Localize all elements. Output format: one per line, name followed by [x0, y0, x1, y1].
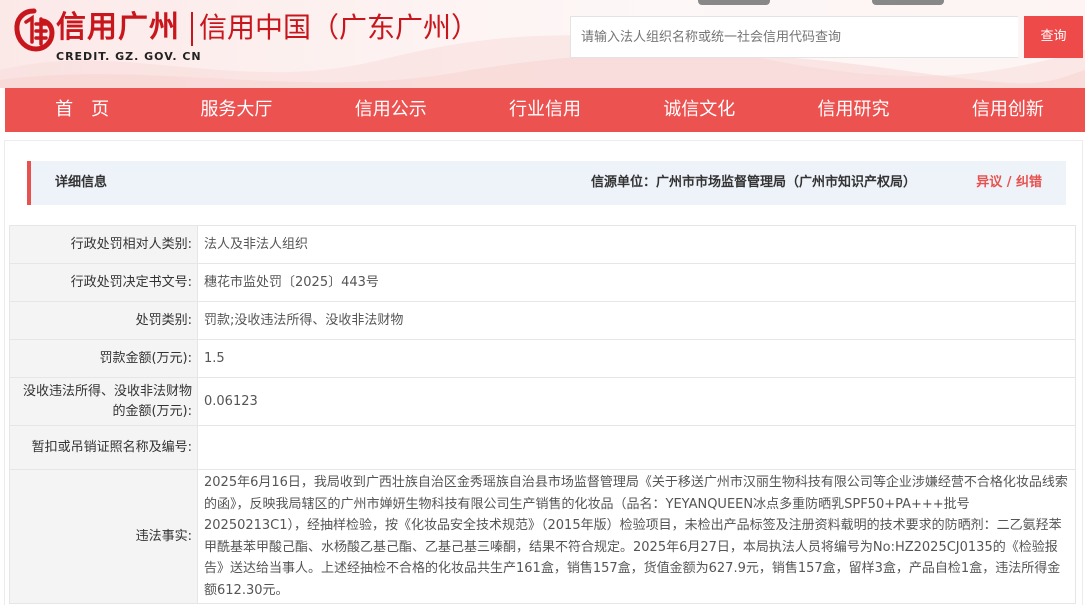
nav-item-credit-publicity[interactable]: 信用公示	[314, 88, 468, 132]
main-nav: 首 页 服务大厅 信用公示 行业信用 诚信文化 信用研究 信用创新	[5, 88, 1085, 132]
field-label: 暂扣或吊销证照名称及编号:	[9, 425, 198, 470]
logo-divider	[191, 12, 193, 46]
table-row: 罚款金额(万元): 1.5	[9, 339, 1076, 378]
logo-title: 信用广州	[56, 10, 180, 45]
objection-correction-link[interactable]: 异议 / 纠错	[976, 161, 1042, 205]
site-logo[interactable]: 信用广州 CREDIT. GZ. GOV. CN	[8, 6, 201, 66]
top-tab-decor	[698, 0, 770, 5]
nav-item-home[interactable]: 首 页	[5, 88, 159, 132]
nav-item-integrity-culture[interactable]: 诚信文化	[622, 88, 776, 132]
table-row: 行政处罚相对人类别: 法人及非法人组织	[9, 225, 1076, 264]
nav-item-service-hall[interactable]: 服务大厅	[159, 88, 313, 132]
penalty-info-table: 行政处罚相对人类别: 法人及非法人组织 行政处罚决定书文号: 穗花市监处罚〔20…	[9, 225, 1076, 604]
site-header: 信用广州 CREDIT. GZ. GOV. CN 信用中国（广东广州） 查询	[0, 0, 1085, 88]
nav-item-credit-innovation[interactable]: 信用创新	[931, 88, 1085, 132]
field-label: 没收违法所得、没收非法财物的金额(万元):	[9, 377, 198, 426]
credit-emblem-icon	[14, 8, 55, 52]
source-unit-label: 信源单位：广州市市场监督管理局（广州市知识产权局）	[590, 175, 916, 190]
detail-accent-bar	[27, 161, 31, 205]
field-value: 1.5	[197, 339, 1076, 378]
detail-title: 详细信息	[55, 175, 108, 190]
field-label: 处罚类别:	[9, 301, 198, 340]
field-value: 罚款;没收违法所得、没收非法财物	[197, 301, 1076, 340]
search-button[interactable]: 查询	[1024, 16, 1083, 58]
field-value	[197, 425, 1076, 470]
search-input[interactable]	[570, 16, 1018, 58]
field-label: 违法事实:	[9, 469, 198, 604]
nav-item-industry-credit[interactable]: 行业信用	[468, 88, 622, 132]
table-row: 处罚类别: 罚款;没收违法所得、没收非法财物	[9, 301, 1076, 340]
nav-item-credit-research[interactable]: 信用研究	[776, 88, 930, 132]
field-value: 法人及非法人组织	[197, 225, 1076, 264]
field-value: 0.06123	[197, 377, 1076, 426]
field-value: 穗花市监处罚〔2025〕443号	[197, 263, 1076, 302]
top-tab-decor	[872, 0, 944, 5]
site-subtitle: 信用中国（广东广州）	[199, 11, 480, 44]
field-label: 行政处罚相对人类别:	[9, 225, 198, 264]
table-row: 行政处罚决定书文号: 穗花市监处罚〔2025〕443号	[9, 263, 1076, 302]
table-row: 暂扣或吊销证照名称及编号:	[9, 425, 1076, 470]
field-value: 2025年6月16日，我局收到广西壮族自治区金秀瑶族自治县市场监督管理局《关于移…	[197, 469, 1076, 604]
field-label: 行政处罚决定书文号:	[9, 263, 198, 302]
table-row: 违法事实: 2025年6月16日，我局收到广西壮族自治区金秀瑶族自治县市场监督管…	[9, 469, 1076, 604]
field-label: 罚款金额(万元):	[9, 339, 198, 378]
detail-panel: 详细信息 信源单位：广州市市场监督管理局（广州市知识产权局） 异议 / 纠错 行…	[4, 140, 1083, 605]
logo-domain: CREDIT. GZ. GOV. CN	[56, 50, 202, 63]
table-row: 没收违法所得、没收非法财物的金额(万元): 0.06123	[9, 377, 1076, 426]
detail-header-bar: 详细信息 信源单位：广州市市场监督管理局（广州市知识产权局） 异议 / 纠错	[27, 161, 1066, 205]
